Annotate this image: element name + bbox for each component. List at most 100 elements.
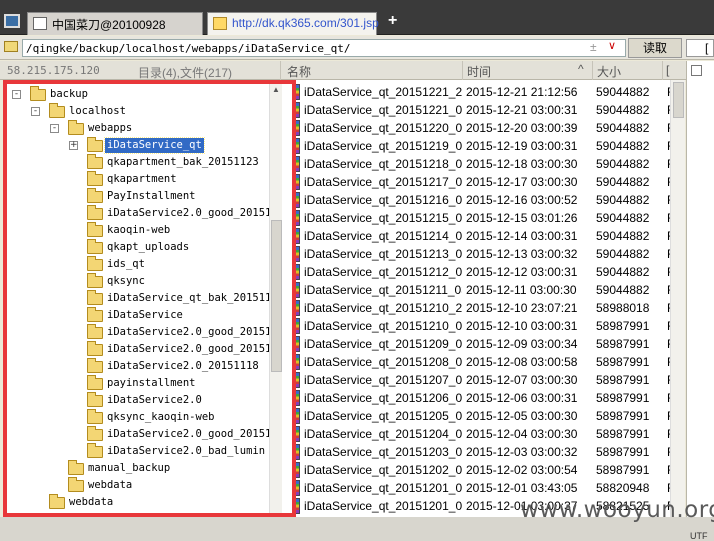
column-divider[interactable]: [280, 61, 281, 80]
file-row[interactable]: iDataService_qt_20151203_03... 2015-12-03…: [296, 443, 685, 461]
file-list: iDataService_qt_20151221_21... 2015-12-21…: [296, 80, 685, 517]
archive-file-icon: [296, 372, 300, 388]
file-row[interactable]: iDataService_qt_20151208_03... 2015-12-08…: [296, 353, 685, 371]
file-name: iDataService_qt_20151205_03...: [304, 409, 462, 423]
scrollbar-thumb[interactable]: [271, 220, 282, 372]
directory-tree: - backup - localhost - webapps + iDataService_q…: [3, 80, 296, 517]
tree-item-label: qksync_kaoqin-web: [107, 411, 215, 423]
collapse-icon[interactable]: -: [12, 90, 21, 99]
file-name: iDataService_qt_20151206_03...: [304, 391, 462, 405]
file-row[interactable]: iDataService_qt_20151209_03... 2015-12-09…: [296, 335, 685, 353]
file-row[interactable]: iDataService_qt_20151207_03... 2015-12-07…: [296, 371, 685, 389]
file-name: iDataService_qt_20151209_03...: [304, 337, 462, 351]
file-row[interactable]: iDataService_qt_20151210_23... 2015-12-10…: [296, 299, 685, 317]
file-name: iDataService_qt_20151203_03...: [304, 445, 462, 459]
tree-item-label: localhost: [69, 105, 126, 117]
tree-item-label: ids_qt: [107, 258, 145, 270]
file-name: iDataService_qt_20151215_03...: [304, 211, 462, 225]
collapse-icon[interactable]: -: [50, 124, 59, 133]
file-size: 59044882: [596, 193, 650, 207]
expand-icon[interactable]: +: [69, 141, 78, 150]
archive-file-icon: [296, 390, 300, 406]
archive-file-icon: [296, 426, 300, 442]
file-row[interactable]: iDataService_qt_20151216_03... 2015-12-16…: [296, 191, 685, 209]
file-row[interactable]: iDataService_qt_20151218_03... 2015-12-18…: [296, 155, 685, 173]
column-type-header[interactable]: [: [666, 63, 669, 77]
scrollbar-thumb[interactable]: [673, 82, 684, 118]
file-name: iDataService_qt_20151216_03...: [304, 193, 462, 207]
tree-item-label: manual_backup: [88, 462, 171, 474]
chevron-down-icon[interactable]: ∨: [608, 39, 616, 52]
file-row[interactable]: iDataService_qt_20151204_03... 2015-12-04…: [296, 425, 685, 443]
folder-icon: [87, 443, 103, 458]
file-row[interactable]: iDataService_qt_20151221_21... 2015-12-21…: [296, 83, 685, 101]
scroll-up-icon[interactable]: ▲: [272, 85, 280, 94]
archive-file-icon: [296, 84, 300, 100]
file-row[interactable]: iDataService_qt_20151205_03... 2015-12-05…: [296, 407, 685, 425]
new-tab-button[interactable]: +: [388, 12, 397, 30]
file-time: 2015-12-04 03:00:30: [466, 427, 578, 441]
file-row[interactable]: iDataService_qt_20151201_03... 2015-12-01…: [296, 479, 685, 497]
file-time: 2015-12-19 03:00:31: [466, 139, 578, 153]
folder-icon: [87, 426, 103, 441]
tree-item-label: kaoqin-web: [107, 224, 171, 236]
file-row[interactable]: iDataService_qt_20151213_03... 2015-12-13…: [296, 245, 685, 263]
path-input[interactable]: /qingke/backup/localhost/webapps/iDataSe…: [22, 39, 626, 57]
file-time: 2015-12-06 03:00:31: [466, 391, 578, 405]
file-name: iDataService_qt_20151212_03...: [304, 265, 462, 279]
column-time-header[interactable]: 时间: [467, 63, 491, 80]
archive-file-icon: [296, 102, 300, 118]
archive-file-icon: [296, 138, 300, 154]
window-icon[interactable]: [4, 14, 20, 28]
file-time: 2015-12-21 03:00:31: [466, 103, 578, 117]
folder-icon: [87, 375, 103, 390]
column-divider[interactable]: [462, 61, 463, 80]
tree-scrollbar[interactable]: ▲: [269, 84, 282, 513]
file-row[interactable]: iDataService_qt_20151210_03... 2015-12-10…: [296, 317, 685, 335]
folder-icon: [49, 494, 65, 509]
file-time: 2015-12-02 03:00:54: [466, 463, 578, 477]
tree-item-label: iDataService2.0_good_201511: [107, 343, 278, 355]
tree-item-label: iDataService2.0_good_201512: [107, 326, 278, 338]
file-time: 2015-12-07 03:00:30: [466, 373, 578, 387]
folder-icon: [68, 477, 84, 492]
file-row[interactable]: iDataService_qt_20151217_03... 2015-12-17…: [296, 173, 685, 191]
file-row[interactable]: iDataService_qt_20151206_03... 2015-12-06…: [296, 389, 685, 407]
file-row[interactable]: iDataService_qt_20151220_03... 2015-12-20…: [296, 119, 685, 137]
file-size: 58987991: [596, 409, 650, 423]
tree-item-label: iDataService2.0_good_201511: [107, 207, 278, 219]
collapse-icon[interactable]: -: [31, 107, 40, 116]
plus-minus-icon[interactable]: ±: [590, 40, 597, 54]
file-row[interactable]: iDataService_qt_20151219_03... 2015-12-19…: [296, 137, 685, 155]
tab-label: http://dk.qk365.com/301.jsp: [232, 16, 379, 30]
file-name: iDataService_qt_20151214_03...: [304, 229, 462, 243]
file-size: 59044882: [596, 157, 650, 171]
tree-item-label: qkapartment_bak_20151123: [107, 156, 259, 168]
tab-active-url[interactable]: http://dk.qk365.com/301.jsp: [207, 12, 379, 35]
file-row[interactable]: iDataService_qt_20151211_03... 2015-12-11…: [296, 281, 685, 299]
file-row[interactable]: iDataService_qt_20151212_03... 2015-12-12…: [296, 263, 685, 281]
checkbox[interactable]: [691, 65, 702, 76]
file-size: 58987991: [596, 463, 650, 477]
tree-item-label: iDataService_qt_bak_2015112: [107, 292, 278, 304]
archive-file-icon: [296, 228, 300, 244]
file-row[interactable]: iDataService_qt_20151215_03... 2015-12-15…: [296, 209, 685, 227]
column-divider[interactable]: [662, 61, 663, 80]
folder-icon: [213, 17, 227, 30]
secondary-input[interactable]: [: [686, 39, 714, 57]
file-row[interactable]: iDataService_qt_20151221_03... 2015-12-21…: [296, 101, 685, 119]
file-row[interactable]: iDataService_qt_20151214_03... 2015-12-14…: [296, 227, 685, 245]
file-row[interactable]: iDataService_qt_20151202_03... 2015-12-02…: [296, 461, 685, 479]
list-scrollbar[interactable]: [670, 80, 685, 517]
file-name: iDataService_qt_20151210_03...: [304, 319, 462, 333]
folder-icon: [30, 86, 46, 101]
read-button[interactable]: 读取: [628, 38, 682, 58]
column-size-header[interactable]: 大小: [597, 63, 621, 80]
file-time: 2015-12-18 03:00:30: [466, 157, 578, 171]
file-name: iDataService_qt_20151220_03...: [304, 121, 462, 135]
tab-caidao[interactable]: 中国菜刀@20100928: [27, 12, 203, 35]
tab-label: 中国菜刀@20100928: [52, 18, 166, 32]
column-divider[interactable]: [592, 61, 593, 80]
column-name-header[interactable]: 名称: [287, 63, 311, 80]
archive-file-icon: [296, 300, 300, 316]
